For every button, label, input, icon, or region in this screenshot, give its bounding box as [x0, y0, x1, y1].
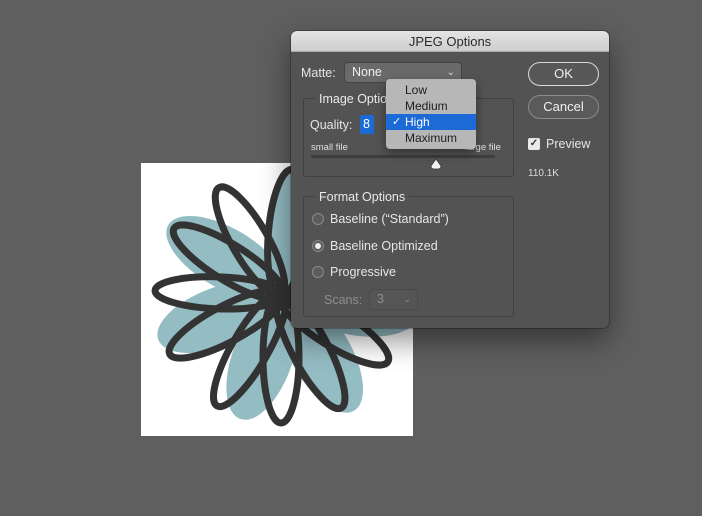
menu-item-label: Medium	[405, 99, 448, 113]
menu-item-high[interactable]: ✓ High	[386, 114, 476, 130]
scans-value: 3	[377, 292, 384, 306]
small-file-label: small file	[311, 142, 348, 153]
quality-label: Quality:	[310, 118, 353, 132]
radio-button[interactable]	[312, 213, 324, 225]
menu-item-label: High	[405, 115, 430, 129]
format-baseline-standard[interactable]: Baseline (“Standard”)	[312, 212, 449, 226]
matte-label: Matte:	[301, 66, 336, 80]
cancel-button[interactable]: Cancel	[528, 95, 599, 119]
quality-slider-track[interactable]	[311, 155, 495, 158]
preview-label: Preview	[546, 137, 591, 151]
menu-item-label: Maximum	[405, 131, 458, 145]
chevron-down-icon: ⌄	[403, 294, 411, 304]
radio-button[interactable]	[312, 240, 324, 252]
format-label: Baseline (“Standard”)	[330, 212, 449, 226]
preview-checkbox[interactable]: ✓	[528, 138, 540, 150]
format-label: Progressive	[330, 265, 396, 279]
format-label: Baseline Optimized	[330, 239, 438, 253]
ok-button[interactable]: OK	[528, 62, 599, 86]
preview-checkbox-row[interactable]: ✓ Preview	[528, 137, 590, 151]
menu-item-label: Low	[405, 83, 428, 97]
jpeg-options-dialog: JPEG Options Matte: None ⌄ Image Options…	[291, 31, 609, 328]
menu-item-medium[interactable]: Medium	[386, 98, 476, 114]
scans-label: Scans:	[324, 293, 363, 307]
menu-item-maximum[interactable]: Maximum	[386, 130, 476, 146]
format-options-title: Format Options	[315, 190, 410, 204]
menu-item-low[interactable]: Low	[386, 82, 476, 98]
file-size-readout: 110.1K	[528, 168, 559, 179]
format-baseline-optimized[interactable]: Baseline Optimized	[312, 239, 438, 253]
triangle-thumb-icon[interactable]	[430, 158, 442, 170]
matte-value: None	[352, 65, 382, 79]
quality-dropdown-menu: Low Medium ✓ High Maximum	[386, 79, 476, 149]
checkmark-icon: ✓	[392, 116, 402, 128]
radio-button[interactable]	[312, 266, 324, 278]
quality-input[interactable]: 8	[360, 115, 374, 134]
scans-select: 3 ⌄	[369, 289, 418, 310]
dialog-titlebar[interactable]: JPEG Options	[291, 31, 609, 52]
dialog-title: JPEG Options	[408, 34, 492, 49]
format-progressive[interactable]: Progressive	[312, 265, 396, 279]
